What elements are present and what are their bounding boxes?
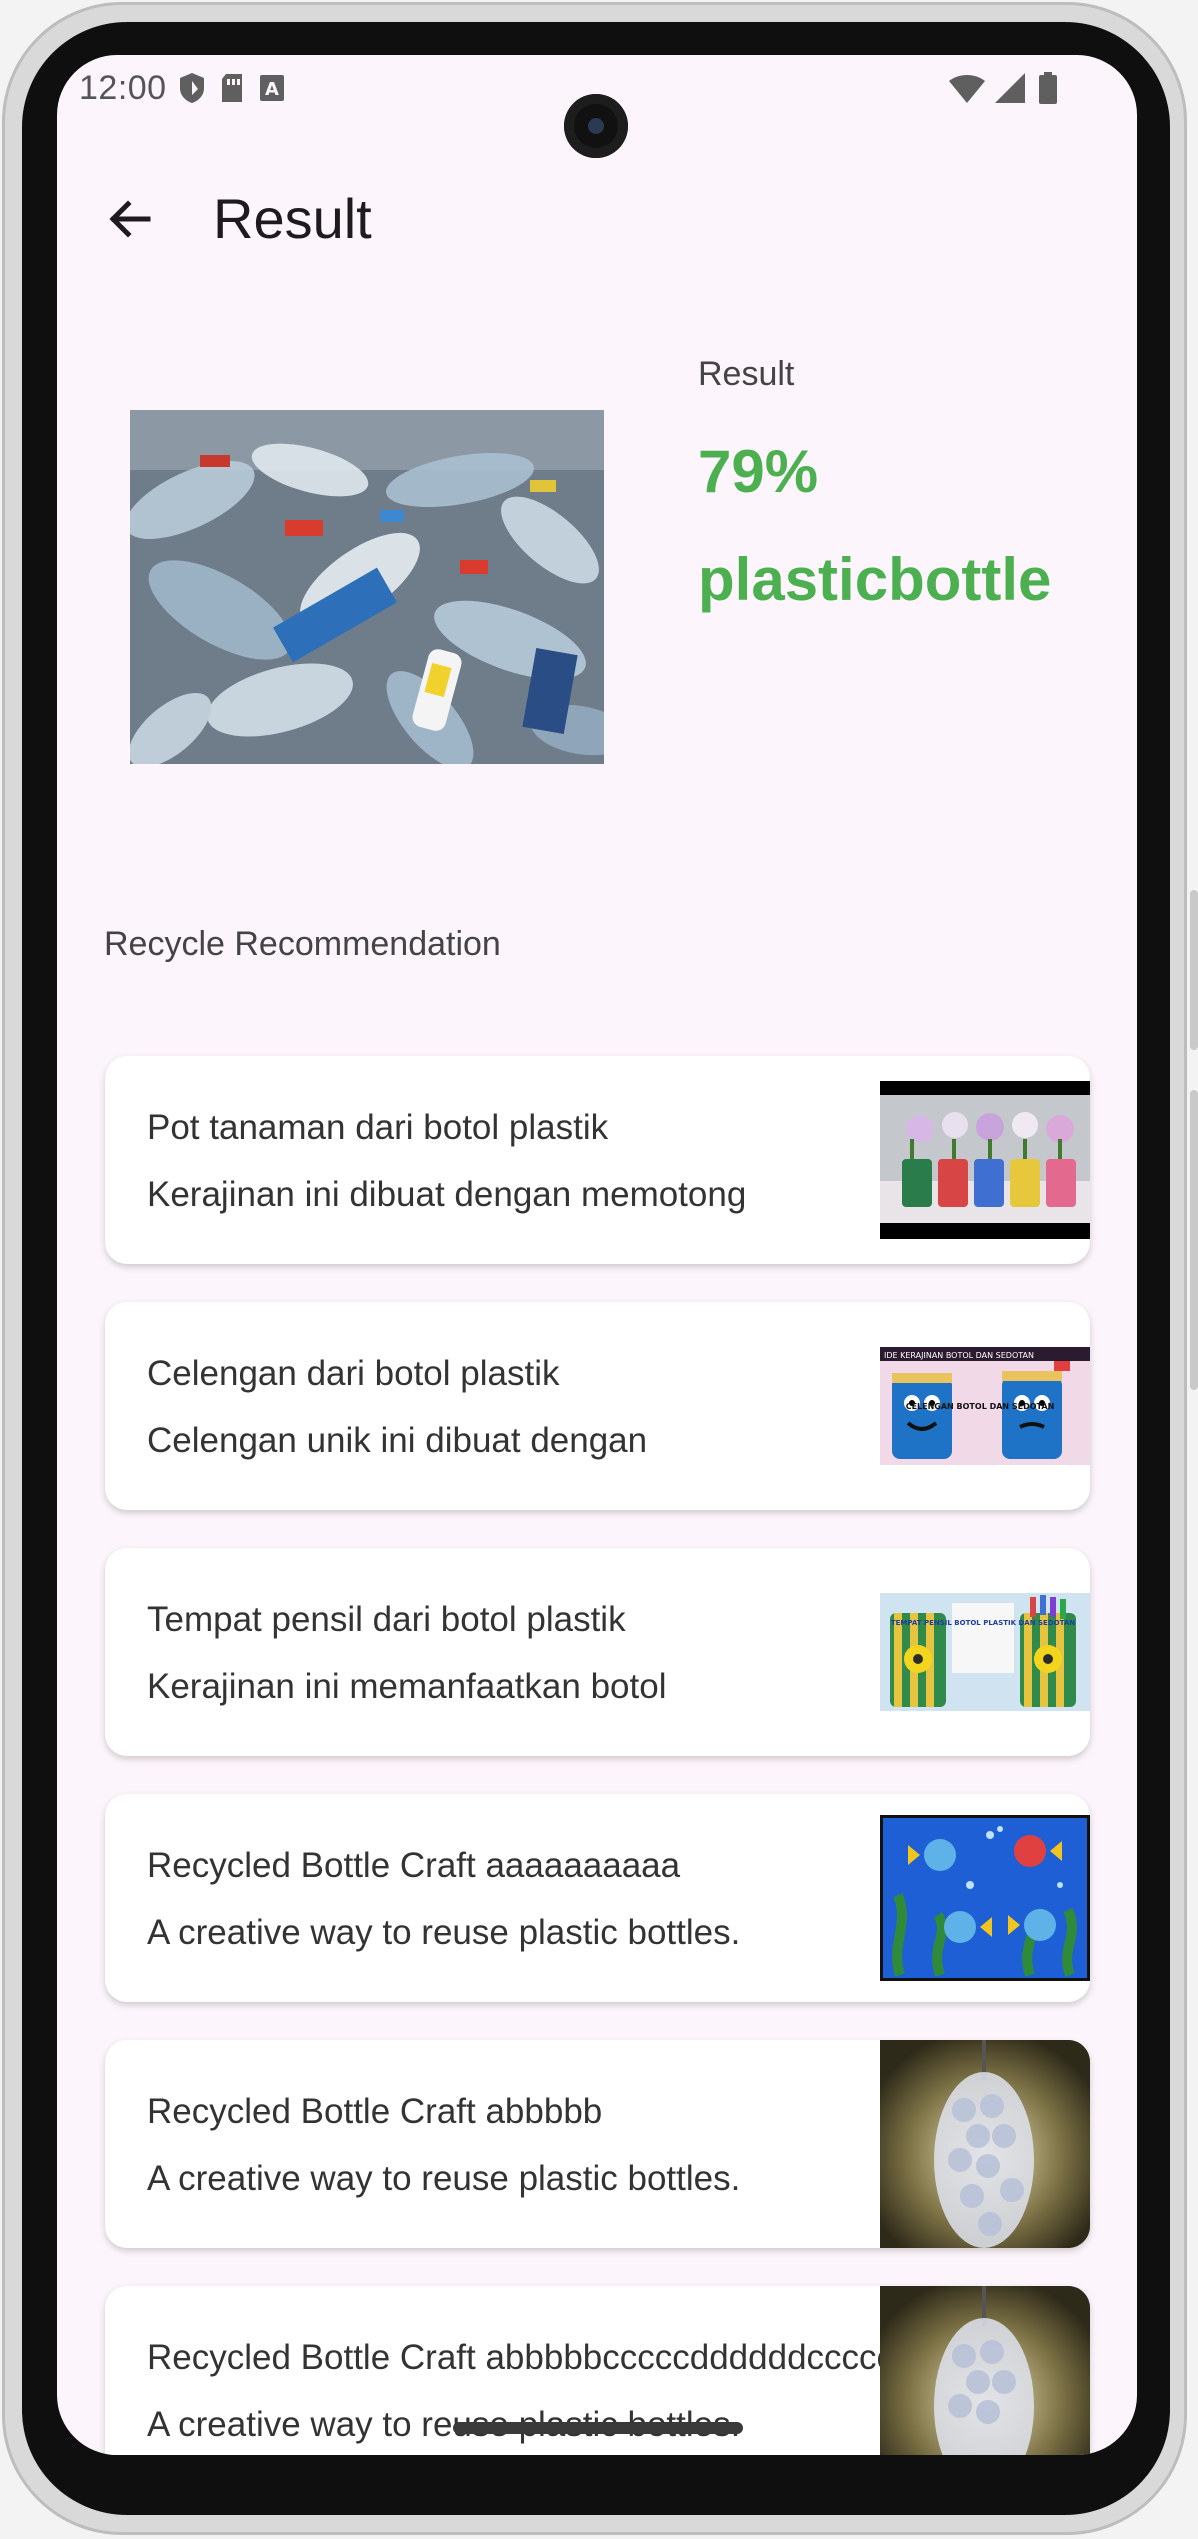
card-title: Recycled Bottle Craft aaaaaaaaaa: [147, 1846, 681, 1885]
piggy-bank-bottles-image: IDE KERAJINAN BOTOL DAN SEDOTAN CELENGAN…: [880, 1347, 1090, 1465]
card-description: A creative way to reuse plastic bottles.: [147, 2159, 741, 2198]
card-thumbnail: [880, 2286, 1090, 2455]
recommendation-card[interactable]: Celengan dari botol plastik Celengan uni…: [105, 1302, 1090, 1510]
sim-card-icon: [222, 74, 242, 102]
bottle-lamp-image: [880, 2286, 1090, 2455]
page-title: Result: [213, 187, 372, 250]
card-thumbnail: [880, 2040, 1090, 2248]
top-app-bar: Result: [57, 165, 1137, 275]
recommendation-card[interactable]: Tempat pensil dari botol plastik Kerajin…: [105, 1548, 1090, 1756]
app-screen: 12:00 A Result Result 79% plasticbottle …: [57, 55, 1137, 2455]
battery-icon: [1039, 72, 1057, 104]
card-description: A creative way to reuse plastic bottles.: [147, 1913, 741, 1952]
thumb-caption-text: CELENGAN BOTOL DAN SEDOTAN: [906, 1402, 1055, 1411]
predicted-class: plasticbottle: [698, 546, 1052, 613]
card-thumbnail: [880, 1056, 1090, 1264]
recycle-recommendation-heading: Recycle Recommendation: [104, 925, 501, 963]
shield-icon: [180, 73, 204, 103]
plastic-bottles-image: [130, 410, 604, 764]
card-title: Pot tanaman dari botol plastik: [147, 1108, 609, 1147]
card-title: Tempat pensil dari botol plastik: [147, 1600, 626, 1639]
signal-icon: [995, 73, 1025, 103]
gesture-navigation-bar[interactable]: [453, 2422, 743, 2434]
svg-text:A: A: [265, 79, 279, 100]
thumb-caption-text: TEMPAT PENSIL BOTOL PLASTIK DAN SEDOTAN: [891, 1619, 1075, 1627]
confidence-value: 79%: [698, 438, 819, 505]
card-thumbnail: [880, 1794, 1090, 2002]
device-frame: 12:00 A Result Result 79% plasticbottle …: [0, 0, 1198, 2539]
wifi-icon: [949, 75, 985, 103]
card-thumbnail: IDE KERAJINAN BOTOL DAN SEDOTAN CELENGAN…: [880, 1302, 1090, 1510]
card-thumbnail: TEMPAT PENSIL BOTOL PLASTIK DAN SEDOTAN: [880, 1548, 1090, 1756]
result-label: Result: [698, 355, 795, 393]
card-title: Recycled Bottle Craft abbbbb: [147, 2092, 603, 2131]
status-time: 12:00: [79, 69, 167, 107]
bottle-lamp-image: [880, 2040, 1090, 2248]
pencil-holder-image: TEMPAT PENSIL BOTOL PLASTIK DAN SEDOTAN: [880, 1593, 1090, 1711]
recommendation-card[interactable]: Recycled Bottle Craft aaaaaaaaaa A creat…: [105, 1794, 1090, 2002]
power-button: [1190, 1090, 1198, 1390]
card-title: Celengan dari botol plastik: [147, 1354, 560, 1393]
volume-button: [1190, 890, 1198, 1050]
front-camera: [564, 94, 628, 158]
back-button[interactable]: [97, 187, 161, 251]
text-a-icon: A: [260, 75, 284, 101]
card-description: Kerajinan ini memanfaatkan botol: [147, 1667, 667, 1706]
recommendation-card[interactable]: Recycled Bottle Craft abbbbb A creative …: [105, 2040, 1090, 2248]
flower-pots-image: [880, 1081, 1090, 1239]
fish-craft-image: [880, 1815, 1090, 1981]
card-description: Celengan unik ini dibuat dengan: [147, 1421, 648, 1460]
card-description: Kerajinan ini dibuat dengan memotong: [147, 1175, 747, 1214]
thumb-banner-text: IDE KERAJINAN BOTOL DAN SEDOTAN: [884, 1351, 1034, 1360]
arrow-left-icon: [109, 200, 151, 238]
result-photo: [130, 410, 604, 764]
card-title: Recycled Bottle Craft abbbbbcccccddddddc…: [147, 2338, 912, 2377]
recommendation-card[interactable]: Pot tanaman dari botol plastik Kerajinan…: [105, 1056, 1090, 1264]
